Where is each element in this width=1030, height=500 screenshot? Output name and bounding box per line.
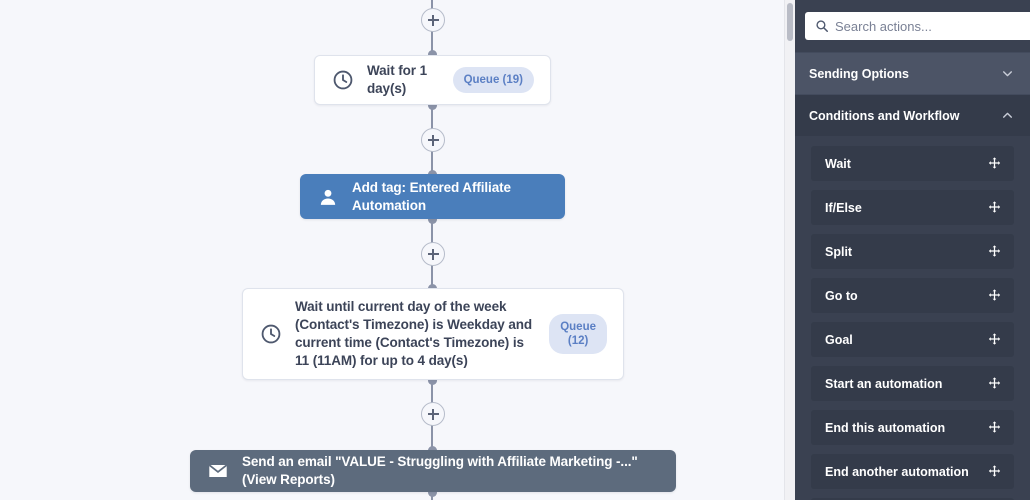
- actions-sidebar: Sending Options Conditions and Workflow …: [795, 0, 1030, 500]
- drag-handle-icon[interactable]: [987, 288, 1002, 303]
- drag-handle-icon[interactable]: [987, 156, 1002, 171]
- search-icon: [815, 19, 829, 33]
- action-label: Wait: [825, 156, 851, 171]
- flow-node-label: Wait for 1 day(s): [367, 63, 428, 96]
- action-item-split[interactable]: Split: [811, 234, 1014, 269]
- flow-node-label: Send an email "VALUE - Struggling with A…: [242, 454, 638, 487]
- envelope-icon: [206, 459, 230, 483]
- action-label: Start an automation: [825, 376, 943, 391]
- add-step-button[interactable]: [421, 128, 445, 152]
- drag-handle-icon[interactable]: [987, 244, 1002, 259]
- person-icon: [316, 185, 340, 209]
- action-label: End another automation: [825, 464, 969, 479]
- drag-handle-icon[interactable]: [987, 464, 1002, 479]
- drag-handle-icon[interactable]: [987, 420, 1002, 435]
- action-item-if-else[interactable]: If/Else: [811, 190, 1014, 225]
- clock-icon: [259, 322, 283, 346]
- action-item-wait[interactable]: Wait: [811, 146, 1014, 181]
- action-label: Go to: [825, 288, 858, 303]
- drag-handle-icon[interactable]: [987, 200, 1002, 215]
- section-title: Conditions and Workflow: [809, 108, 960, 123]
- action-label: Goal: [825, 332, 853, 347]
- vertical-scrollbar-thumb[interactable]: [787, 3, 793, 41]
- flow-node-send-email[interactable]: Send an email "VALUE - Struggling with A…: [190, 450, 676, 492]
- vertical-scrollbar-track[interactable]: [784, 0, 795, 500]
- automation-canvas[interactable]: Wait for 1 day(s) Queue (19) Add tag: En…: [0, 0, 782, 500]
- flow-node-label: Wait until current day of the week (Cont…: [295, 299, 533, 368]
- action-item-end-another-automation[interactable]: End another automation: [811, 454, 1014, 489]
- action-list: Wait If/Else Split Go to Goal Start an a…: [795, 136, 1030, 500]
- section-header-sending-options[interactable]: Sending Options: [795, 52, 1030, 94]
- action-item-goal[interactable]: Goal: [811, 322, 1014, 357]
- action-item-go-to[interactable]: Go to: [811, 278, 1014, 313]
- action-item-end-this-automation[interactable]: End this automation: [811, 410, 1014, 445]
- action-label: If/Else: [825, 200, 862, 215]
- flow-node-wait[interactable]: Wait for 1 day(s) Queue (19): [314, 55, 551, 105]
- add-step-button[interactable]: [421, 8, 445, 32]
- section-title: Sending Options: [809, 66, 909, 81]
- drag-handle-icon[interactable]: [987, 376, 1002, 391]
- flow-node-add-tag[interactable]: Add tag: Entered Affiliate Automation: [300, 174, 565, 219]
- chevron-down-icon: [1001, 67, 1014, 80]
- add-step-button[interactable]: [421, 242, 445, 266]
- section-header-conditions-and-workflow[interactable]: Conditions and Workflow: [795, 94, 1030, 136]
- action-item-start-an-automation[interactable]: Start an automation: [811, 366, 1014, 401]
- chevron-up-icon: [1001, 109, 1014, 122]
- queue-badge[interactable]: Queue (12): [549, 313, 607, 355]
- action-label: End this automation: [825, 420, 946, 435]
- flow-node-wait-until[interactable]: Wait until current day of the week (Cont…: [242, 288, 624, 380]
- search-container: [795, 0, 1030, 52]
- action-label: Split: [825, 244, 853, 259]
- drag-handle-icon[interactable]: [987, 332, 1002, 347]
- search-box[interactable]: [805, 12, 1030, 40]
- add-step-button[interactable]: [421, 402, 445, 426]
- automation-builder: Wait for 1 day(s) Queue (19) Add tag: En…: [0, 0, 1030, 500]
- clock-icon: [331, 68, 355, 92]
- queue-badge[interactable]: Queue (19): [452, 66, 534, 94]
- automation-flow: Wait for 1 day(s) Queue (19) Add tag: En…: [0, 0, 782, 500]
- flow-node-label: Add tag: Entered Affiliate Automation: [352, 179, 511, 213]
- search-input[interactable]: [835, 18, 1025, 34]
